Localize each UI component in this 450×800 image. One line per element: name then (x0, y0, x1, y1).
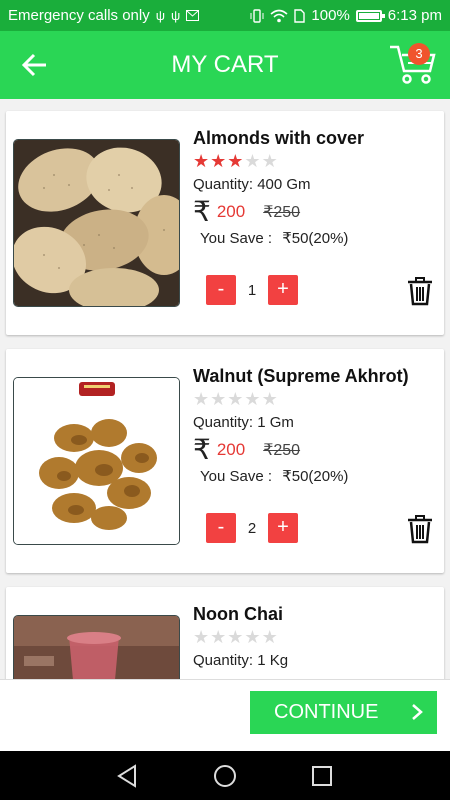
chevron-right-icon (412, 704, 423, 720)
old-price: ₹250 (263, 203, 301, 221)
sim-icon (294, 8, 306, 23)
product-name: Walnut (Supreme Akhrot) (193, 366, 409, 386)
quantity-stepper: - 2 + (206, 513, 298, 543)
star-icon: ★ (244, 151, 262, 171)
usb-icon: ψ (155, 8, 166, 23)
you-save-label: You Save : (200, 468, 273, 485)
star-icon: ★ (193, 389, 211, 409)
trash-icon[interactable] (406, 514, 434, 544)
back-arrow-icon[interactable] (20, 51, 50, 79)
status-time: 6:13 pm (387, 7, 442, 24)
decrement-button[interactable]: - (206, 275, 236, 305)
page-title: MY CART (171, 51, 279, 78)
rating-stars: ★★★★★ (193, 627, 279, 648)
item-count: 2 (247, 519, 257, 537)
continue-button[interactable]: CONTINUE (250, 691, 437, 734)
product-name: Noon Chai (193, 604, 283, 624)
wifi-icon (270, 9, 288, 22)
app-bar: MY CART 3 (0, 31, 450, 99)
status-left: Emergency calls only ψ ψ (8, 7, 200, 24)
product-quantity: Quantity: 1 Kg (193, 652, 289, 669)
star-icon: ★ (193, 151, 211, 171)
star-icon: ★ (261, 389, 279, 409)
product-image (13, 615, 180, 679)
carrier-text: Emergency calls only (8, 7, 150, 24)
usb-icon-2: ψ (171, 8, 181, 23)
cart-count-badge: 3 (408, 43, 430, 65)
star-icon: ★ (210, 389, 228, 409)
status-right: 100% 6:13 pm (250, 7, 442, 24)
cart-item: Walnut (Supreme Akhrot) ★★★★★ Quantity: … (6, 349, 444, 573)
star-icon: ★ (261, 627, 279, 647)
you-save: You Save : ₹50(20%) (200, 229, 348, 247)
product-quantity: Quantity: 1 Gm (193, 414, 294, 431)
cart-list: Almonds with cover ★★★★★ Quantity: 400 G… (0, 99, 450, 679)
trash-icon[interactable] (406, 276, 434, 306)
star-icon: ★ (227, 627, 245, 647)
nav-back-icon[interactable] (115, 763, 141, 789)
cart-item: Noon Chai ★★★★★ Quantity: 1 Kg (6, 587, 444, 679)
you-save-label: You Save : (200, 230, 273, 247)
noon-chai-image (14, 616, 179, 679)
product-image (13, 139, 180, 307)
rating-stars: ★★★★★ (193, 389, 279, 410)
increment-button[interactable]: + (268, 275, 298, 305)
star-icon: ★ (210, 627, 228, 647)
star-icon: ★ (210, 151, 228, 171)
current-price: 200 (216, 201, 246, 221)
price-row: ₹ 200 ₹250 (193, 433, 300, 466)
bottom-bar: CONTINUE (0, 679, 450, 751)
rating-stars: ★★★★★ (193, 151, 279, 172)
vibrate-icon (250, 8, 264, 23)
decrement-button[interactable]: - (206, 513, 236, 543)
cart-button[interactable]: 3 (388, 41, 438, 87)
old-price: ₹250 (263, 441, 301, 459)
battery-percent: 100% (311, 7, 350, 24)
current-price: 200 (216, 439, 246, 459)
star-icon: ★ (227, 389, 245, 409)
rupee-icon: ₹ (193, 196, 211, 227)
nav-recents-icon[interactable] (309, 763, 335, 789)
star-icon: ★ (193, 627, 211, 647)
nav-home-icon[interactable] (212, 763, 238, 789)
you-save-value: ₹50(20%) (282, 468, 349, 485)
rupee-icon: ₹ (193, 434, 211, 465)
battery-icon (355, 9, 385, 22)
almonds-image (14, 140, 179, 306)
star-icon: ★ (261, 151, 279, 171)
star-icon: ★ (227, 151, 245, 171)
cart-item: Almonds with cover ★★★★★ Quantity: 400 G… (6, 111, 444, 335)
increment-button[interactable]: + (268, 513, 298, 543)
mail-icon (186, 10, 200, 21)
you-save: You Save : ₹50(20%) (200, 467, 348, 485)
walnut-image (14, 378, 179, 544)
product-name: Almonds with cover (193, 128, 365, 148)
quantity-stepper: - 1 + (206, 275, 298, 305)
price-row: ₹ 200 ₹250 (193, 195, 300, 228)
status-bar: Emergency calls only ψ ψ 100% 6:13 pm (0, 0, 450, 31)
continue-label: CONTINUE (274, 701, 379, 723)
product-quantity: Quantity: 400 Gm (193, 176, 311, 193)
star-icon: ★ (244, 627, 262, 647)
product-image (13, 377, 180, 545)
system-nav-bar (0, 751, 450, 800)
star-icon: ★ (244, 389, 262, 409)
you-save-value: ₹50(20%) (282, 230, 349, 247)
item-count: 1 (247, 281, 257, 299)
